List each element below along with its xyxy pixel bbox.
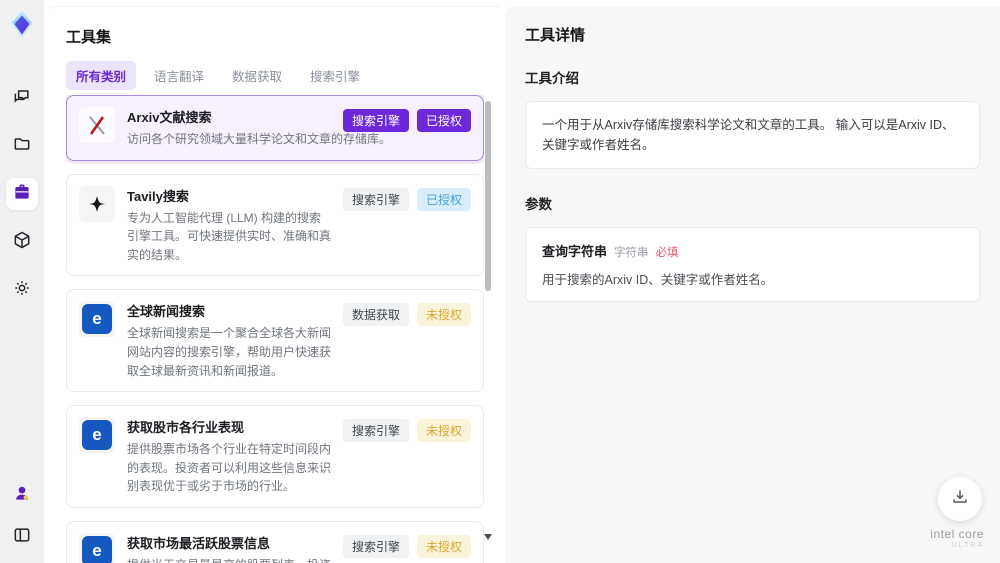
auth-status-badge: 已授权: [416, 187, 471, 211]
app-window: 工具集 所有类别 语言翻译 数据获取 搜索引擎 Arxiv文献搜索 访问各个研究…: [0, 0, 1000, 563]
intel-core-logo: intel core ULTRA: [930, 527, 984, 549]
tool-name: 获取市场最活跃股票信息: [127, 535, 271, 551]
news-search-icon: e: [79, 301, 115, 338]
tool-name: 获取股市各行业表现: [127, 420, 245, 436]
cube-icon: [12, 230, 32, 255]
tab-data-acquisition[interactable]: 数据获取: [222, 61, 292, 90]
tab-all-categories[interactable]: 所有类别: [66, 61, 137, 90]
tool-description: 专为人工智能代理 (LLM) 构建的搜索引擎工具。可快速提供实时、准确和真实的结…: [127, 210, 332, 262]
category-badge: 搜索引擎: [342, 109, 409, 132]
tavily-star-icon: [79, 185, 115, 222]
param-description: 用于搜索的Arxiv ID、关键字或作者姓名。: [542, 273, 774, 287]
param-type: 字符串: [614, 247, 649, 259]
tool-card-tavily[interactable]: Tavily搜索 专为人工智能代理 (LLM) 构建的搜索引擎工具。可快速提供实…: [66, 173, 484, 277]
collapse-sidebar-button[interactable]: [6, 521, 38, 553]
download-button[interactable]: [938, 477, 982, 521]
chat-icon: [12, 86, 32, 111]
scroll-down-arrow-icon[interactable]: [484, 534, 492, 540]
tool-card-stock-sector[interactable]: e 获取股市各行业表现 提供股票市场各个行业在特定时间段内的表现。投资者可以利用…: [66, 405, 484, 508]
toolbox-icon: [12, 182, 32, 207]
download-icon: [950, 487, 970, 512]
tool-card-active-stocks[interactable]: e 获取市场最活跃股票信息 提供当天交易量最高的股票列表，投资者可以利用这些信息…: [66, 520, 484, 563]
intro-heading: 工具介绍: [525, 71, 579, 86]
tab-language-translation[interactable]: 语言翻译: [144, 61, 214, 90]
tool-name: 全球新闻搜索: [127, 304, 206, 320]
tool-name: Arxiv文献搜索: [127, 110, 212, 125]
collapse-panel-icon: [12, 525, 32, 550]
tool-description: 提供股票市场各个行业在特定时间段内的表现。投资者可以利用这些信息来识别表现优于或…: [127, 442, 332, 494]
sidebar-item-settings[interactable]: [6, 274, 38, 306]
auth-status-badge: 未授权: [416, 534, 471, 558]
sidebar-item-tools[interactable]: [6, 178, 38, 210]
tool-card-list: Arxiv文献搜索 访问各个研究领域大量科学论文和文章的存储库。 搜索引擎 已授…: [66, 95, 484, 563]
detail-title: 工具详情: [525, 27, 586, 44]
category-badge: 数据获取: [342, 303, 409, 327]
category-tabs: 所有类别 语言翻译 数据获取 搜索引擎: [66, 61, 370, 90]
tool-name: Tavily搜索: [127, 188, 189, 204]
auth-status-badge: 已授权: [416, 109, 471, 132]
category-badge: 搜索引擎: [342, 187, 409, 211]
arxiv-icon: [79, 107, 115, 143]
auth-status-badge: 未授权: [416, 419, 471, 443]
category-badge: 搜索引擎: [342, 534, 409, 558]
tool-description: 提供当天交易量最高的股票列表，投资者可以利用这些信息来识别流动性强的股票和潜在的…: [127, 556, 332, 563]
category-badge: 搜索引擎: [342, 419, 409, 443]
param-name: 查询字符串: [542, 244, 608, 259]
sidebar-rail: [0, 0, 44, 563]
app-logo gem-logo-icon: [6, 8, 38, 40]
page-title: 工具集: [66, 29, 112, 46]
intro-text: 一个用于从Arxiv存储库搜索科学论文和文章的工具。 输入可以是Arxiv ID…: [542, 118, 955, 152]
tool-description: 全球新闻搜索是一个聚合全球各大新闻网站内容的搜索引擎，帮助用户快速获取全球最新资…: [127, 326, 332, 378]
intro-box: 一个用于从Arxiv存储库搜索科学论文和文章的工具。 输入可以是Arxiv ID…: [525, 101, 980, 169]
folder-icon: [12, 134, 32, 159]
sidebar-item-chat[interactable]: [6, 82, 38, 114]
tool-card-arxiv[interactable]: Arxiv文献搜索 访问各个研究领域大量科学论文和文章的存储库。 搜索引擎 已授…: [66, 95, 484, 161]
intel-core-logo-text: intel core: [930, 527, 984, 541]
auth-status-badge: 未授权: [416, 303, 471, 327]
tool-list-panel: 工具集 所有类别 语言翻译 数据获取 搜索引擎 Arxiv文献搜索 访问各个研究…: [44, 6, 500, 563]
sidebar-item-models[interactable]: [6, 226, 38, 258]
param-box: 查询字符串 字符串 必填 用于搜索的Arxiv ID、关键字或作者姓名。: [525, 227, 980, 302]
param-required-flag: 必填: [655, 247, 679, 259]
user-account-button[interactable]: [6, 479, 38, 511]
user-avatar-icon: [12, 483, 32, 508]
list-scrollbar[interactable]: [484, 95, 492, 563]
tab-search-engine[interactable]: 搜索引擎: [300, 61, 370, 90]
tool-detail-panel: 工具详情 工具介绍 一个用于从Arxiv存储库搜索科学论文和文章的工具。 输入可…: [505, 6, 1000, 563]
stock-active-icon: e: [79, 532, 115, 563]
intel-core-logo-sub: ULTRA: [951, 542, 984, 549]
params-heading: 参数: [525, 197, 552, 212]
stock-sector-icon: e: [79, 417, 115, 454]
scrollbar-thumb[interactable]: [485, 101, 491, 291]
tool-description: 访问各个研究领域大量科学论文和文章的存储库。: [127, 132, 392, 146]
tool-card-global-news[interactable]: e 全球新闻搜索 全球新闻搜索是一个聚合全球各大新闻网站内容的搜索引擎，帮助用户…: [66, 289, 484, 393]
sidebar-item-files[interactable]: [6, 130, 38, 162]
settings-gear-icon: [12, 278, 32, 303]
